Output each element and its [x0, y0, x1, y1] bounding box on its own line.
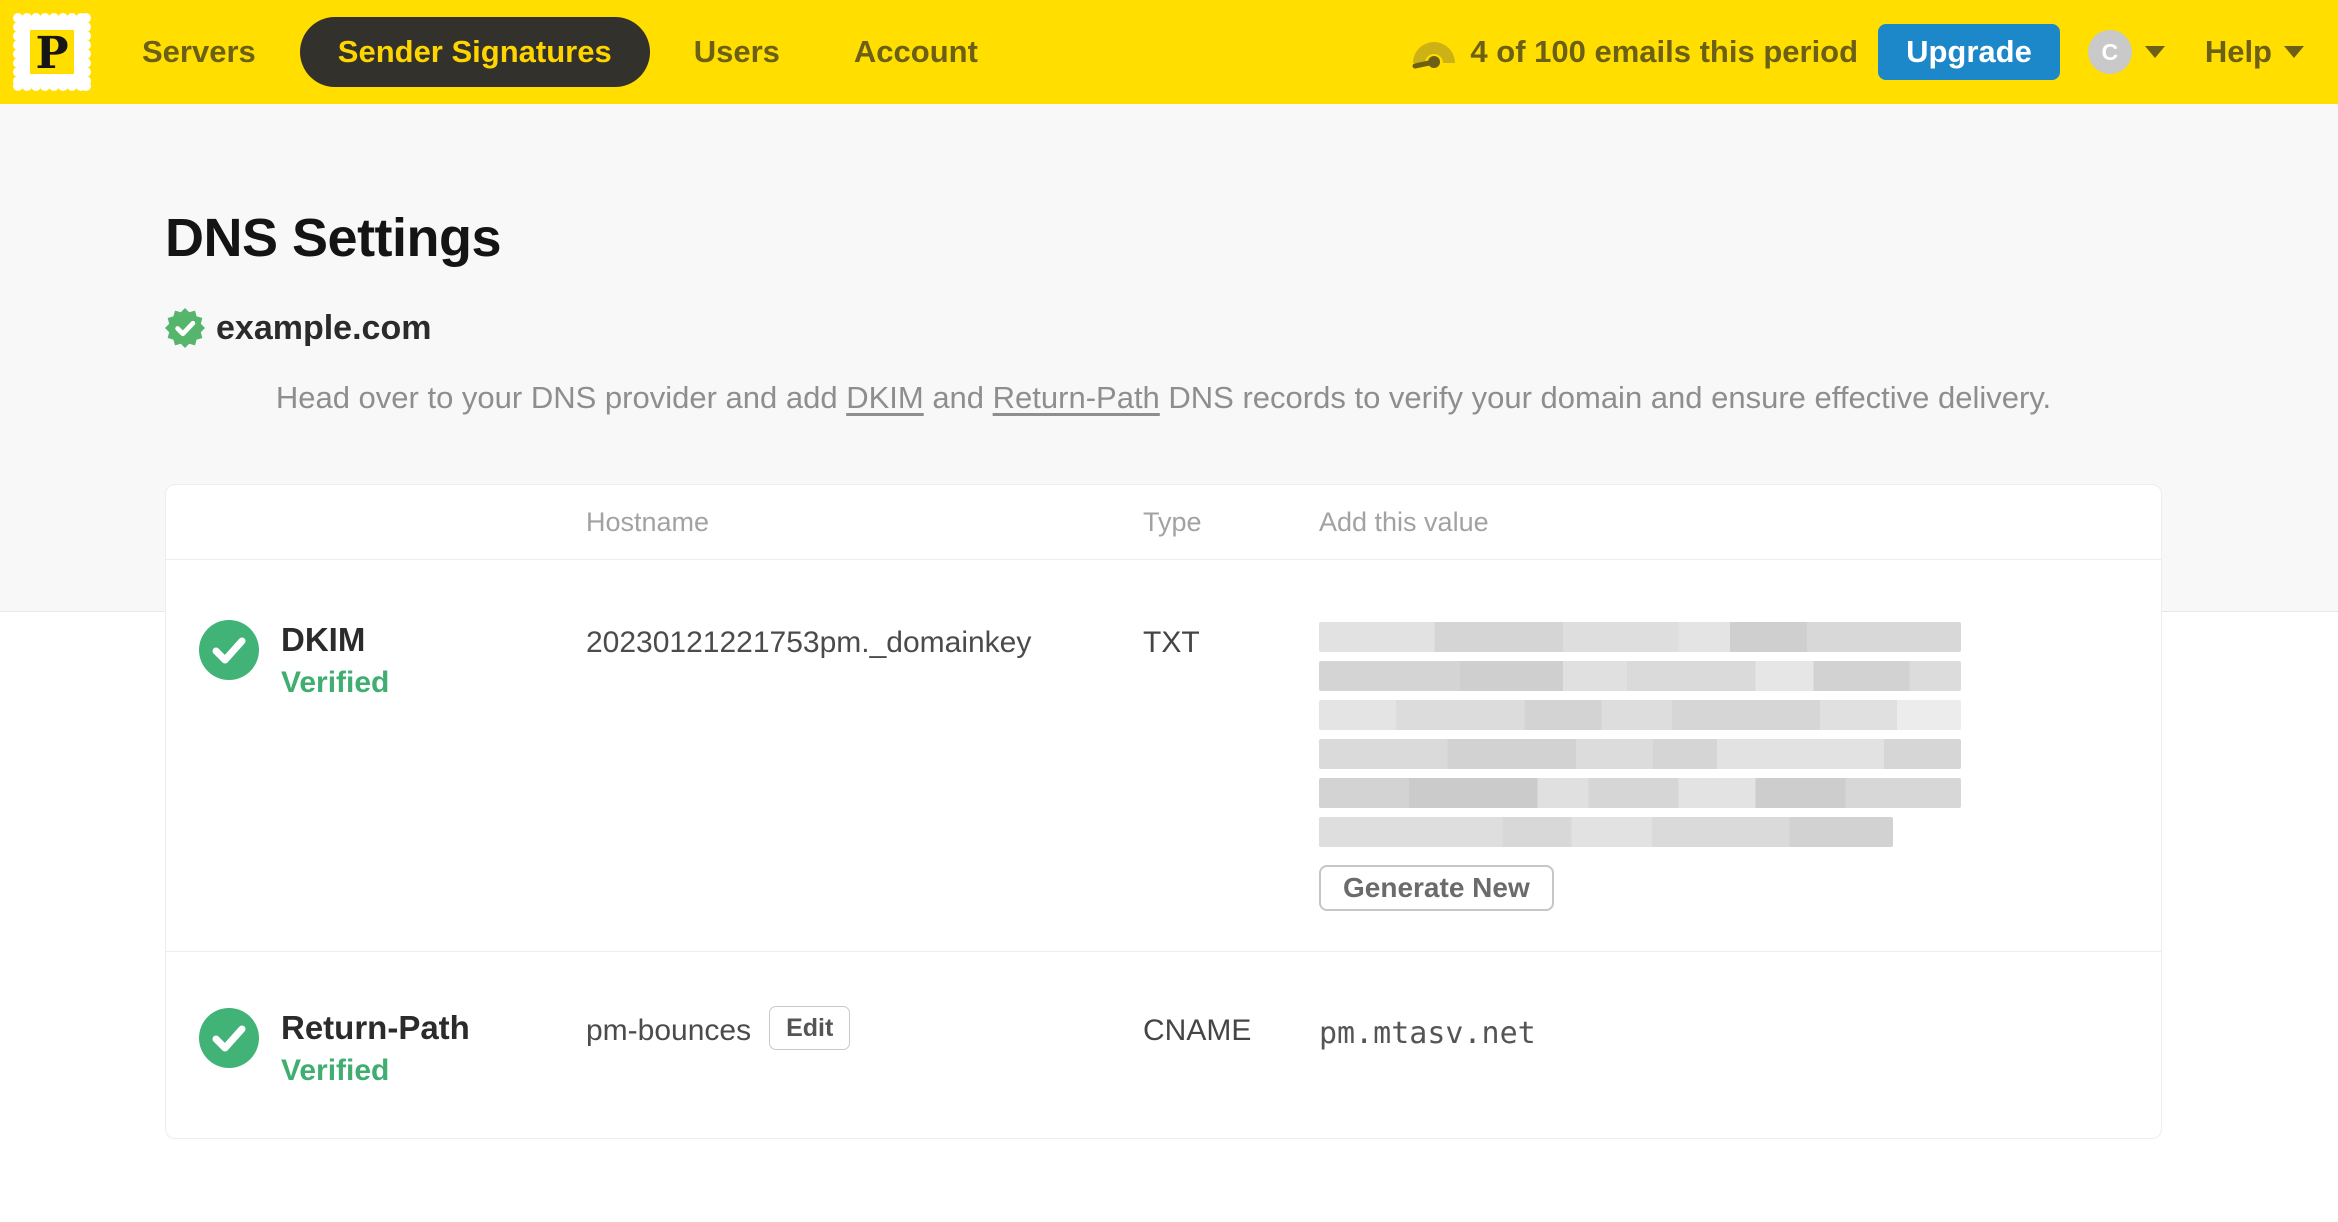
- dkim-type: TXT: [1143, 626, 1200, 659]
- nav-item-account[interactable]: Account: [854, 34, 978, 70]
- edit-button[interactable]: Edit: [769, 1006, 851, 1050]
- table-header-row: Hostname Type Add this value: [166, 485, 2161, 560]
- verified-seal-icon: [165, 308, 205, 348]
- table-row-dkim: DKIM Verified 20230121221753pm._domainke…: [166, 560, 2161, 952]
- return-path-type: CNAME: [1143, 1014, 1252, 1047]
- domain-row: example.com: [165, 308, 2162, 348]
- gauge-icon: [1412, 42, 1456, 69]
- return-path-value: pm.mtasv.net: [1319, 1016, 1536, 1051]
- redacted-dns-value: [1319, 622, 1961, 847]
- intro-and: and: [923, 380, 993, 415]
- nav-item-users[interactable]: Users: [694, 34, 780, 70]
- nav-item-servers[interactable]: Servers: [142, 34, 256, 70]
- top-nav: P Servers Sender Signatures Users Accoun…: [0, 0, 2338, 104]
- redacted-value-bar: [1319, 778, 1961, 808]
- avatar: C: [2087, 30, 2132, 74]
- record-name: DKIM: [281, 621, 366, 658]
- redacted-value-bar: [1319, 700, 1961, 730]
- help-menu[interactable]: Help: [2205, 34, 2304, 70]
- dkim-link[interactable]: DKIM: [846, 380, 924, 415]
- logo-letter: P: [35, 28, 68, 79]
- dkim-value-cell: Generate New: [1319, 622, 2161, 911]
- intro-text: Head over to your DNS provider and add D…: [165, 374, 2162, 422]
- postmark-logo-icon[interactable]: P: [12, 12, 92, 92]
- domain-name: example.com: [216, 308, 432, 347]
- caret-down-icon: [2284, 46, 2304, 58]
- return-path-link[interactable]: Return-Path: [993, 380, 1160, 415]
- page-title: DNS Settings: [165, 208, 502, 268]
- check-icon: [199, 1008, 259, 1068]
- caret-down-icon: [2144, 46, 2165, 58]
- dkim-hostname: 20230121221753pm._domainkey: [586, 622, 1143, 911]
- usage-text: 4 of 100 emails this period: [1470, 34, 1859, 69]
- record-name: Return-Path: [281, 1009, 470, 1046]
- nav-item-sender-signatures[interactable]: Sender Signatures: [299, 17, 650, 87]
- account-menu[interactable]: C: [2087, 30, 2165, 74]
- nav-right: 4 of 100 emails this period Upgrade C He…: [1412, 24, 2304, 80]
- intro-after: DNS records to verify your domain and en…: [1159, 380, 2052, 415]
- generate-new-button[interactable]: Generate New: [1319, 865, 1554, 911]
- upgrade-button[interactable]: Upgrade: [1878, 24, 2060, 80]
- redacted-value-bar: [1319, 622, 1961, 652]
- column-header-value: Add this value: [1319, 506, 1489, 537]
- redacted-value-bar: [1319, 661, 1961, 691]
- nav-menu: Servers Sender Signatures Users Account: [142, 17, 978, 87]
- help-label: Help: [2204, 34, 2272, 69]
- column-header-type: Type: [1143, 506, 1202, 537]
- return-path-hostname: pm-bounces Edit: [586, 1006, 1143, 1088]
- redacted-value-bar: [1319, 739, 1961, 769]
- dkim-status-cell: DKIM Verified: [166, 620, 586, 911]
- redacted-value-bar: [1319, 817, 1893, 847]
- table-row-return-path: Return-Path Verified pm-bounces Edit CNA…: [166, 952, 2161, 1138]
- hostname-value: pm-bounces: [586, 1014, 752, 1047]
- return-path-status-cell: Return-Path Verified: [166, 1008, 586, 1088]
- status-badge: Verified: [281, 1054, 390, 1087]
- main-content: DNS Settings example.com Head over to yo…: [165, 104, 2162, 1139]
- intro-before: Head over to your DNS provider and add: [275, 380, 847, 415]
- dns-records-card: Hostname Type Add this value DKIM Verifi…: [165, 484, 2162, 1139]
- status-badge: Verified: [281, 666, 390, 699]
- hostname-value: 20230121221753pm._domainkey: [586, 626, 1032, 659]
- column-header-hostname: Hostname: [586, 506, 710, 537]
- usage-indicator[interactable]: 4 of 100 emails this period: [1412, 34, 1858, 70]
- check-icon: [199, 620, 259, 680]
